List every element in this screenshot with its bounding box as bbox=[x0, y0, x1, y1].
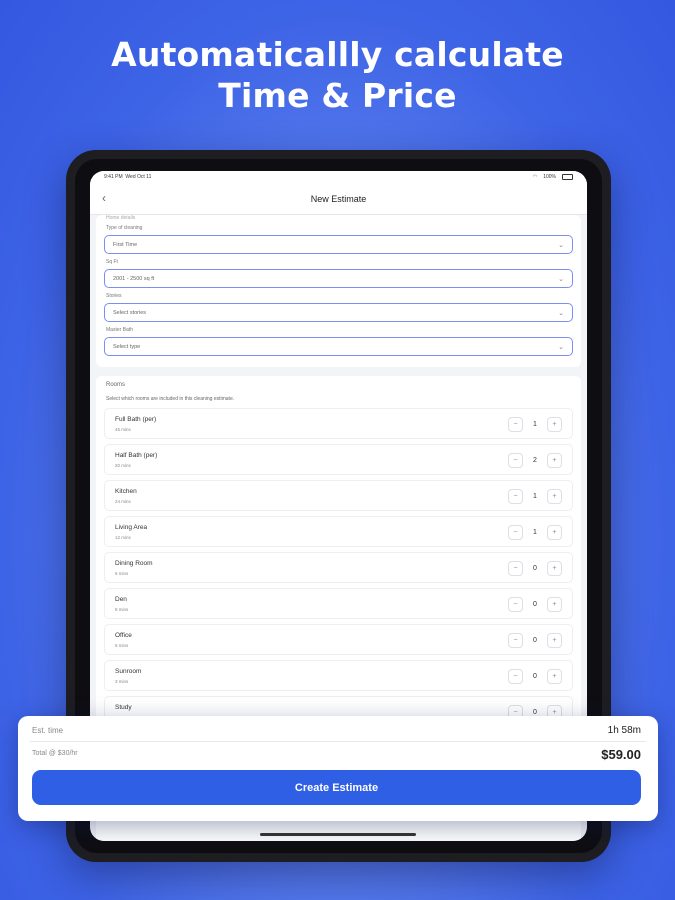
est-time-label: Est. time bbox=[32, 726, 64, 735]
home-indicator[interactable] bbox=[260, 833, 416, 836]
rooms-description: Select which rooms are included in this … bbox=[106, 396, 235, 402]
estimate-summary-card: Est. time 1h 58m Total @ $30/hr $59.00 C… bbox=[18, 716, 658, 821]
quantity-value: 0 bbox=[533, 708, 537, 716]
room-name: Study bbox=[115, 704, 132, 711]
room-name: Sunroom bbox=[115, 668, 142, 675]
room-time: 20 mins bbox=[115, 463, 131, 468]
increment-button[interactable]: + bbox=[547, 488, 562, 504]
master-bath-label: Master Bath bbox=[106, 327, 133, 333]
increment-button[interactable]: + bbox=[547, 524, 562, 540]
room-name: Den bbox=[115, 596, 127, 603]
quantity-value: 1 bbox=[533, 420, 537, 428]
quantity-stepper: − 0 + bbox=[508, 632, 562, 648]
room-row-office: Office 5 mins − 0 + bbox=[104, 624, 573, 655]
headline-line-1: Automaticallly calculate bbox=[111, 35, 564, 74]
increment-button[interactable]: + bbox=[547, 560, 562, 576]
room-name: Living Area bbox=[115, 524, 148, 531]
quantity-value: 0 bbox=[533, 600, 537, 608]
room-name: Kitchen bbox=[115, 488, 137, 495]
increment-button[interactable]: + bbox=[547, 632, 562, 648]
decrement-button[interactable]: − bbox=[508, 452, 523, 468]
increment-button[interactable]: + bbox=[547, 452, 562, 468]
room-name: Dining Room bbox=[115, 560, 153, 567]
home-details-card: Home details Type of cleaning First Time… bbox=[96, 215, 581, 367]
decrement-button[interactable]: − bbox=[508, 632, 523, 648]
room-time: 5 mins bbox=[115, 643, 129, 648]
rooms-title: Rooms bbox=[106, 382, 126, 388]
status-bar: 9:41 PM Wed Oct 11 ◠ 100% bbox=[90, 171, 587, 183]
quantity-value: 0 bbox=[533, 564, 537, 572]
sqft-select[interactable]: 2001 - 2500 sq ft ⌄ bbox=[104, 269, 573, 288]
battery-percent: 100% bbox=[543, 174, 556, 180]
room-row-full-bath: Full Bath (per) 45 mins − 1 + bbox=[104, 408, 573, 439]
room-row-den: Den 8 mins − 0 + bbox=[104, 588, 573, 619]
chevron-down-icon: ⌄ bbox=[558, 343, 564, 351]
quantity-value: 2 bbox=[533, 456, 537, 464]
headline: Automaticallly calculate Time & Price bbox=[0, 34, 675, 116]
quantity-value: 1 bbox=[533, 528, 537, 536]
cleaning-type-label: Type of cleaning bbox=[106, 225, 143, 231]
room-name: Half Bath (per) bbox=[115, 452, 158, 459]
room-time: 6 mins bbox=[115, 571, 129, 576]
wifi-icon: ◠ bbox=[532, 174, 538, 180]
stories-label: Stories bbox=[106, 293, 122, 299]
stories-placeholder: Select stories bbox=[113, 309, 147, 316]
room-row-half-bath: Half Bath (per) 20 mins − 2 + bbox=[104, 444, 573, 475]
room-time: 12 mins bbox=[115, 535, 131, 540]
page-title: New Estimate bbox=[310, 194, 367, 204]
battery-icon bbox=[562, 174, 573, 180]
increment-button[interactable]: + bbox=[547, 668, 562, 684]
room-time: 24 mins bbox=[115, 499, 131, 504]
divider bbox=[30, 741, 646, 742]
room-row-dining-room: Dining Room 6 mins − 0 + bbox=[104, 552, 573, 583]
decrement-button[interactable]: − bbox=[508, 596, 523, 612]
quantity-stepper: − 1 + bbox=[508, 488, 562, 504]
room-name: Full Bath (per) bbox=[115, 416, 157, 423]
quantity-value: 0 bbox=[533, 636, 537, 644]
cleaning-type-select[interactable]: First Time ⌄ bbox=[104, 235, 573, 254]
chevron-down-icon: ⌄ bbox=[558, 309, 564, 317]
sqft-label: Sq Ft bbox=[106, 259, 118, 265]
stories-select[interactable]: Select stories ⌄ bbox=[104, 303, 573, 322]
quantity-stepper: − 0 + bbox=[508, 560, 562, 576]
room-time: 45 mins bbox=[115, 427, 131, 432]
total-value: $59.00 bbox=[601, 747, 641, 762]
room-time: 3 mins bbox=[115, 679, 129, 684]
room-name: Office bbox=[115, 632, 132, 639]
decrement-button[interactable]: − bbox=[508, 668, 523, 684]
room-row-kitchen: Kitchen 24 mins − 1 + bbox=[104, 480, 573, 511]
room-row-sunroom: Sunroom 3 mins − 0 + bbox=[104, 660, 573, 691]
quantity-stepper: − 1 + bbox=[508, 416, 562, 432]
decrement-button[interactable]: − bbox=[508, 488, 523, 504]
total-label: Total @ $30/hr bbox=[32, 750, 78, 757]
create-estimate-button[interactable]: Create Estimate bbox=[32, 770, 641, 805]
quantity-value: 1 bbox=[533, 492, 537, 500]
room-row-living-area: Living Area 12 mins − 1 + bbox=[104, 516, 573, 547]
status-right: ◠ 100% bbox=[533, 174, 573, 180]
headline-line-2: Time & Price bbox=[218, 76, 457, 115]
nav-bar: ‹ New Estimate bbox=[90, 183, 587, 215]
sqft-value: 2001 - 2500 sq ft bbox=[113, 275, 155, 282]
master-bath-select[interactable]: Select type ⌄ bbox=[104, 337, 573, 356]
decrement-button[interactable]: − bbox=[508, 416, 523, 432]
quantity-stepper: − 0 + bbox=[508, 596, 562, 612]
increment-button[interactable]: + bbox=[547, 596, 562, 612]
status-time: 9:41 PM Wed Oct 11 bbox=[104, 174, 152, 180]
quantity-stepper: − 0 + bbox=[508, 668, 562, 684]
quantity-stepper: − 2 + bbox=[508, 452, 562, 468]
chevron-down-icon: ⌄ bbox=[558, 275, 564, 283]
master-bath-placeholder: Select type bbox=[113, 343, 141, 350]
section-label: Home details bbox=[106, 215, 136, 221]
increment-button[interactable]: + bbox=[547, 416, 562, 432]
quantity-value: 0 bbox=[533, 672, 537, 680]
room-time: 8 mins bbox=[115, 607, 129, 612]
chevron-down-icon: ⌄ bbox=[558, 241, 564, 249]
cleaning-type-value: First Time bbox=[113, 241, 138, 248]
decrement-button[interactable]: − bbox=[508, 524, 523, 540]
decrement-button[interactable]: − bbox=[508, 560, 523, 576]
quantity-stepper: − 1 + bbox=[508, 524, 562, 540]
est-time-value: 1h 58m bbox=[607, 725, 641, 736]
